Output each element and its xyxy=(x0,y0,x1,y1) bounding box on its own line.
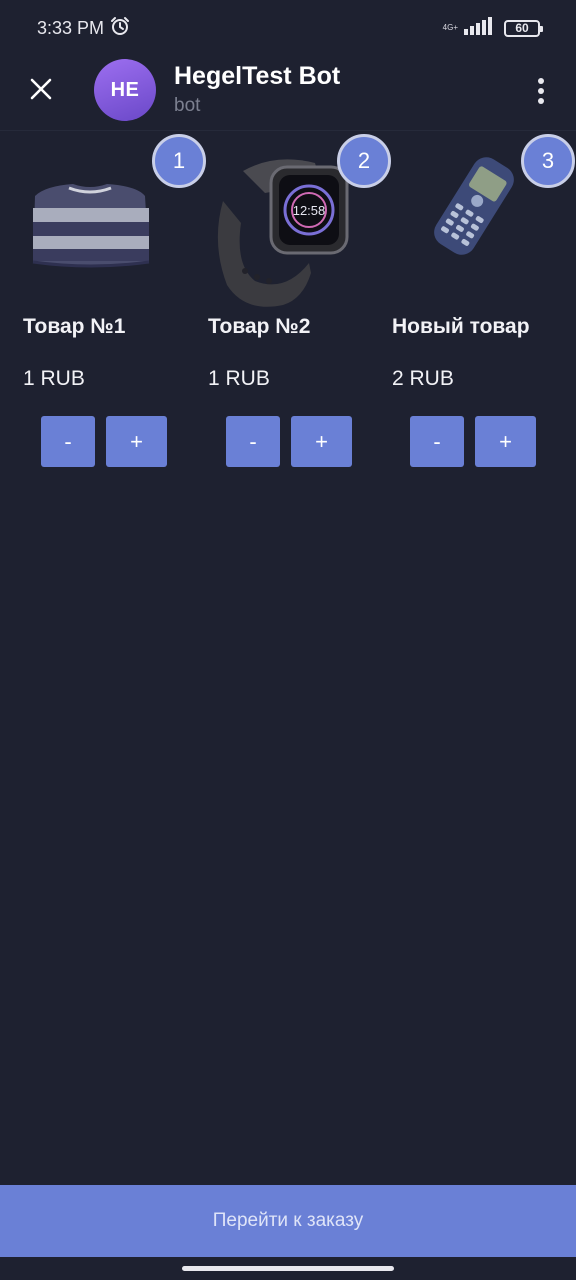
product-price: 1 RUB xyxy=(208,367,270,390)
product-quantity-badge: 3 xyxy=(521,134,575,188)
decrease-quantity-button[interactable]: - xyxy=(41,416,95,467)
product-price: 2 RUB xyxy=(392,367,454,390)
more-vertical-icon-dot xyxy=(538,98,544,104)
increase-quantity-button[interactable]: + xyxy=(106,416,167,467)
status-bar: 3:33 PM 4G+ 60 xyxy=(0,0,576,56)
bot-title: HegelTest Bot xyxy=(174,62,341,90)
product-name: Товар №2 xyxy=(208,315,311,338)
chat-header: HE HegelTest Bot bot xyxy=(0,56,576,130)
alarm-clock-icon xyxy=(110,16,130,41)
status-time: 3:33 PM xyxy=(37,17,105,38)
network-type: 4G+ xyxy=(442,23,458,32)
decrease-quantity-button[interactable]: - xyxy=(410,416,464,467)
bot-subtitle: bot xyxy=(174,95,201,116)
more-menu-button[interactable] xyxy=(526,74,556,108)
smartwatch-image: 12:58 xyxy=(205,153,355,313)
product-name: Новый товар xyxy=(392,315,530,338)
product-price: 1 RUB xyxy=(23,367,85,390)
product-card: 3 Новый товар 2 RUB - + xyxy=(369,131,575,481)
avatar[interactable]: HE xyxy=(94,59,156,121)
battery-icon: 60 xyxy=(504,19,543,37)
mobile-phone-image xyxy=(419,151,529,261)
product-list: 1 Товар №1 1 RUB - + 12:58 2 Товар №2 1 … xyxy=(0,131,576,491)
product-name: Товар №1 xyxy=(23,315,126,338)
increase-quantity-button[interactable]: + xyxy=(291,416,352,467)
signal-bars-icon xyxy=(464,16,496,40)
product-card: 1 Товар №1 1 RUB - + xyxy=(0,131,206,481)
decrease-quantity-button[interactable]: - xyxy=(226,416,280,467)
more-vertical-icon xyxy=(538,78,544,84)
close-button[interactable] xyxy=(22,72,60,110)
close-icon xyxy=(29,77,53,106)
status-left: 3:33 PM xyxy=(37,16,130,41)
home-indicator[interactable] xyxy=(182,1266,394,1271)
watch-face-time: 12:58 xyxy=(293,203,326,218)
sweater-image xyxy=(20,151,160,296)
increase-quantity-button[interactable]: + xyxy=(475,416,536,467)
go-to-order-button[interactable]: Перейти к заказу xyxy=(0,1185,576,1257)
more-vertical-icon-dot xyxy=(538,88,544,94)
status-right: 4G+ 60 xyxy=(442,16,543,40)
product-card: 12:58 2 Товар №2 1 RUB - + xyxy=(185,131,391,481)
